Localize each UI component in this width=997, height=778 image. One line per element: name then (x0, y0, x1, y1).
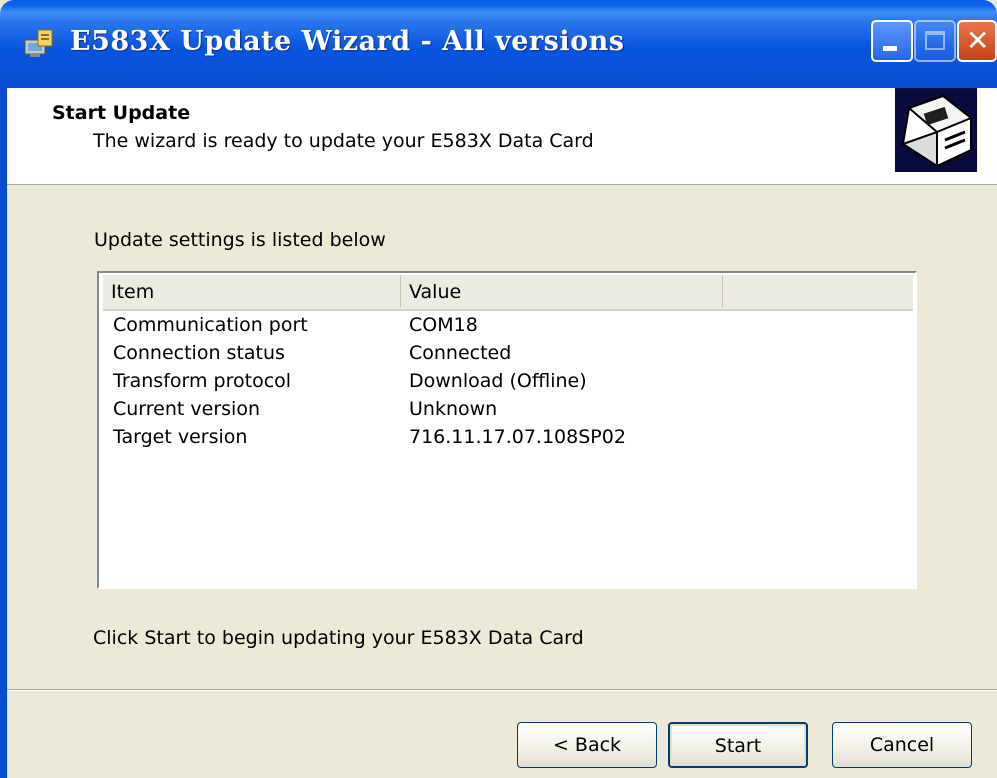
column-header-extra[interactable] (723, 275, 913, 307)
wizard-header: Start Update The wizard is ready to upda… (7, 88, 997, 185)
row-value: COM18 (409, 314, 478, 336)
row-item: Connection status (113, 342, 285, 364)
maximize-button[interactable] (914, 20, 956, 62)
computer-card-icon (895, 88, 977, 172)
wizard-content: Update settings is listed below Item Val… (7, 185, 997, 778)
title-bar[interactable]: E583X Update Wizard - All versions ✕ (0, 0, 997, 88)
row-item: Transform protocol (113, 370, 292, 392)
row-value: Download (Offline) (409, 370, 587, 392)
settings-label: Update settings is listed below (94, 229, 386, 251)
minimize-icon (883, 46, 897, 51)
list-row[interactable]: Transform protocol Download (Offline) (103, 367, 913, 395)
list-row[interactable]: Connection status Connected (103, 339, 913, 367)
row-item: Communication port (113, 314, 308, 336)
list-row[interactable]: Current version Unknown (103, 395, 913, 423)
settings-list[interactable]: Item Value Communication port COM18 Conn… (97, 271, 917, 589)
setup-icon (24, 29, 53, 57)
list-row[interactable]: Target version 716.11.17.07.108SP02 (103, 423, 913, 451)
page-title: Start Update (52, 102, 191, 124)
row-item: Current version (113, 398, 260, 420)
footer-divider (7, 689, 997, 691)
minimize-button[interactable] (871, 20, 913, 62)
instruction-text: Click Start to begin updating your E583X… (93, 627, 584, 649)
window-title: E583X Update Wizard - All versions (70, 26, 625, 57)
row-value: Connected (409, 342, 512, 364)
column-header-item[interactable]: Item (103, 275, 401, 307)
page-subtitle: The wizard is ready to update your E583X… (93, 130, 594, 152)
row-value: Unknown (409, 398, 498, 420)
wizard-window: E583X Update Wizard - All versions ✕ Sta… (0, 0, 997, 778)
back-button[interactable]: < Back (517, 722, 657, 768)
maximize-icon (925, 31, 945, 50)
list-header: Item Value (103, 275, 913, 311)
close-button[interactable]: ✕ (957, 20, 997, 62)
close-icon: ✕ (966, 24, 990, 57)
column-header-value[interactable]: Value (401, 275, 723, 307)
cancel-button[interactable]: Cancel (832, 722, 972, 768)
row-item: Target version (113, 426, 248, 448)
start-button[interactable]: Start (668, 722, 808, 768)
list-body: Communication port COM18 Connection stat… (103, 311, 913, 451)
list-row[interactable]: Communication port COM18 (103, 311, 913, 339)
window-frame-left (0, 88, 7, 778)
row-value: 716.11.17.07.108SP02 (409, 426, 626, 448)
